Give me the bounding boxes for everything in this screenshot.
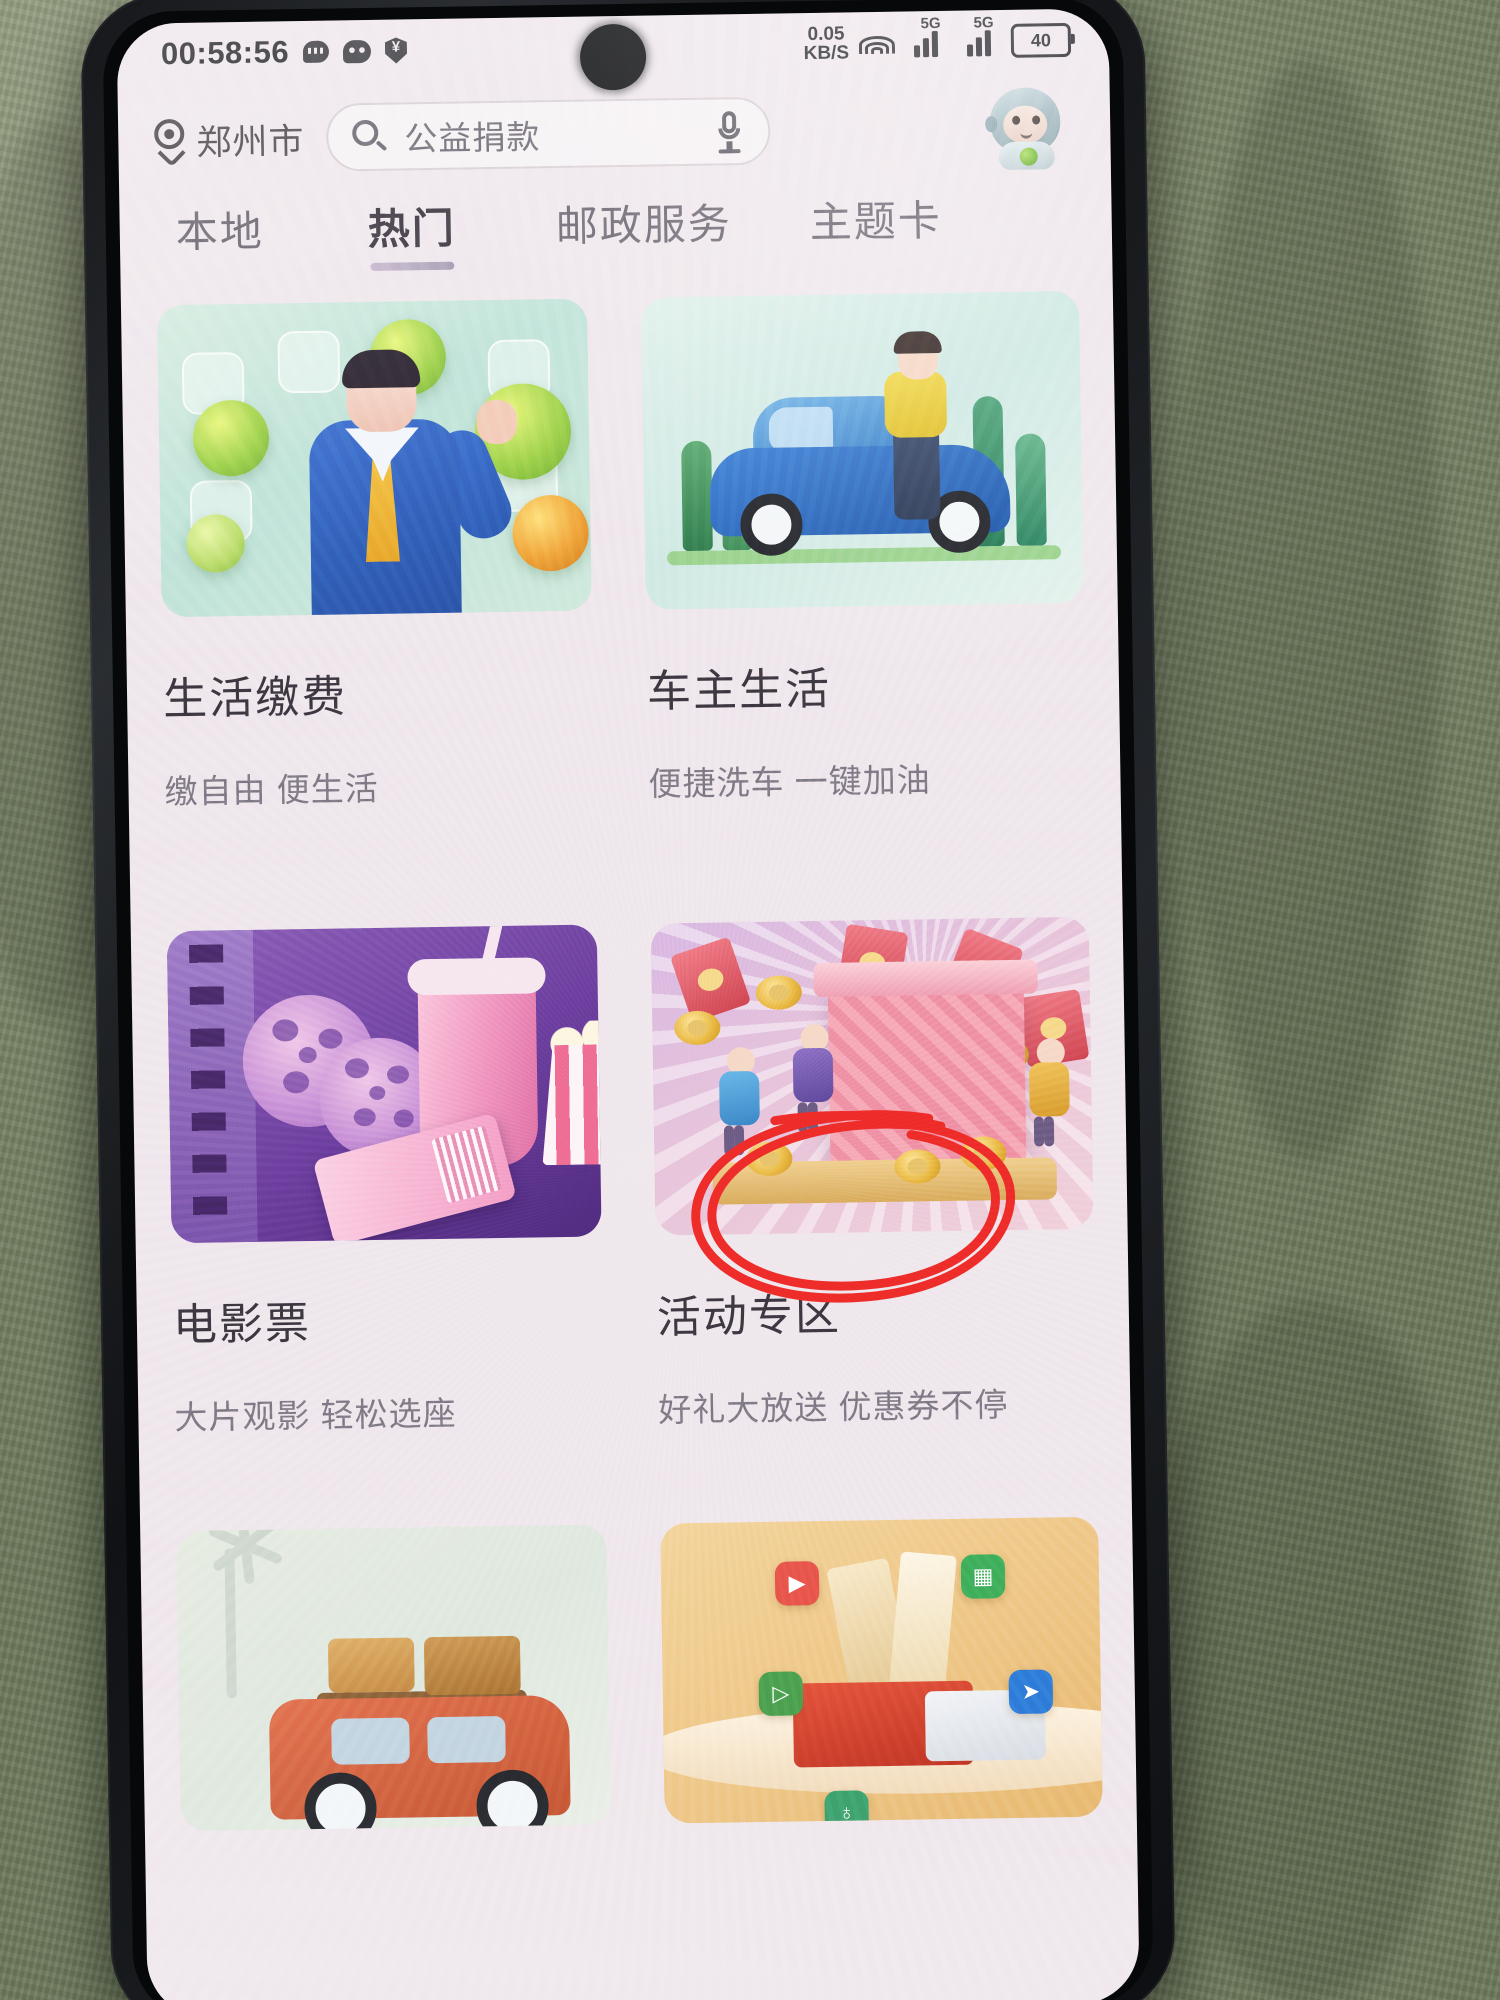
- category-tab-bar: 本地 热门 邮政服务 主题卡: [119, 184, 1112, 296]
- network-speed-indicator: 0.05 KB/S: [803, 23, 850, 65]
- card-row: 生活缴费 缴自由 便生活 车主生活 便捷洗车 一键加油: [121, 290, 1121, 814]
- life-payment-illustration: [156, 298, 592, 618]
- card-subtitle: 便捷洗车 一键加油: [648, 761, 931, 803]
- activity-zone-illustration: [650, 916, 1094, 1236]
- package-illustration: ▶ ▦ ▷ ➤ ♁: [660, 1516, 1103, 1824]
- tab-local[interactable]: 本地: [175, 198, 264, 260]
- app-icon-green: ▦: [960, 1554, 1006, 1599]
- movie-ticket-illustration: [166, 924, 602, 1244]
- card-travel[interactable]: [140, 1524, 641, 1832]
- card-title: 车主生活: [646, 664, 832, 717]
- app-icon-video: ▶: [774, 1561, 820, 1606]
- location-pin-icon: [152, 119, 187, 168]
- app-icon-blue: ➤: [1008, 1669, 1054, 1715]
- microphone-icon[interactable]: [716, 111, 743, 154]
- chat-bubble-dots-icon: [342, 39, 372, 63]
- card-row: ▶ ▦ ▷ ➤ ♁: [140, 1516, 1137, 1832]
- app-icon-play: ▷: [758, 1671, 804, 1717]
- search-input[interactable]: 公益捐款: [325, 96, 771, 172]
- location-selector[interactable]: 郑州市: [118, 112, 305, 168]
- wifi-icon: [858, 30, 896, 57]
- card-subtitle: 大片观影 轻松选座: [174, 1394, 457, 1437]
- signal-bars-sim1-icon: 5G: [905, 15, 947, 58]
- car-owner-illustration: [640, 290, 1084, 610]
- status-clock: 00:58:56: [160, 34, 290, 72]
- card-title: 活动专区: [656, 1290, 842, 1343]
- card-title: 生活缴费: [162, 672, 348, 725]
- location-label: 郑州市: [196, 121, 305, 163]
- app-icon-bottom: ♁: [824, 1790, 870, 1824]
- card-life-payment[interactable]: 生活缴费 缴自由 便生活: [121, 298, 625, 814]
- tab-postal-service[interactable]: 邮政服务: [555, 190, 732, 254]
- card-movie-ticket[interactable]: 电影票 大片观影 轻松选座: [131, 924, 635, 1440]
- search-icon: [350, 118, 389, 157]
- photograph-of-phone: 00:58:56 0.05 KB/S 5G: [0, 0, 1500, 2000]
- tab-hot[interactable]: 热门: [367, 195, 456, 271]
- card-car-owner[interactable]: 车主生活 便捷洗车 一键加油: [617, 290, 1121, 806]
- card-subtitle: 好礼大放送 优惠券不停: [658, 1386, 1009, 1429]
- yen-shield-icon: [385, 37, 407, 63]
- search-placeholder: 公益捐款: [404, 118, 541, 158]
- phone-bezel: 00:58:56 0.05 KB/S 5G: [102, 0, 1154, 2000]
- chat-bubble-icon: [302, 40, 330, 63]
- phone-screen: 00:58:56 0.05 KB/S 5G: [116, 8, 1140, 2000]
- card-row: 电影票 大片观影 轻松选座 活动专区 好礼大放送 优惠券不停: [131, 916, 1131, 1440]
- battery-indicator: 40: [1010, 22, 1072, 58]
- phone-device: 00:58:56 0.05 KB/S 5G: [80, 0, 1176, 2000]
- service-card-grid: 生活缴费 缴自由 便生活 车主生活 便捷洗车 一键加油 电影票 大片观影 轻松选…: [121, 290, 1137, 1832]
- travel-illustration: [176, 1524, 611, 1832]
- signal-bars-sim2-icon: 5G: [958, 14, 1000, 57]
- card-subtitle: 缴自由 便生活: [164, 769, 380, 811]
- card-title: 电影票: [172, 1299, 312, 1351]
- tab-theme-card[interactable]: 主题卡: [809, 187, 942, 250]
- app-header: 郑州市 公益捐款: [117, 70, 1111, 196]
- avatar[interactable]: [984, 85, 1067, 171]
- active-tab-underline: [370, 261, 455, 271]
- card-package[interactable]: ▶ ▦ ▷ ➤ ♁: [636, 1516, 1137, 1824]
- card-activity-zone[interactable]: 活动专区 好礼大放送 优惠券不停: [627, 916, 1131, 1432]
